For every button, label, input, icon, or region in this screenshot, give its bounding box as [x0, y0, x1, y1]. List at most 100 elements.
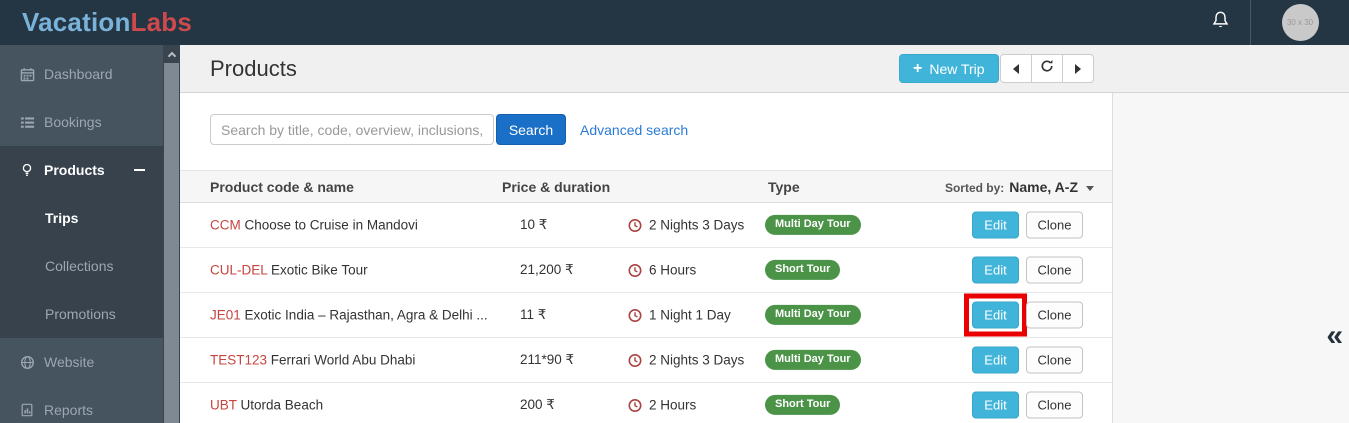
- sidebar-item-products[interactable]: Products: [0, 146, 163, 194]
- caret-left-icon: [1013, 64, 1019, 74]
- sidebar-scrollbar[interactable]: [163, 45, 180, 423]
- product-duration: 2 Nights 3 Days: [649, 218, 744, 233]
- avatar[interactable]: 30 x 30: [1282, 4, 1319, 41]
- column-type: Type: [768, 179, 800, 195]
- calendar-icon: [20, 67, 44, 82]
- table-row: CCM Choose to Cruise in Mandovi 10 ₹ 2 N…: [180, 203, 1112, 248]
- edit-highlight-box: Edit: [964, 204, 1027, 247]
- clone-button[interactable]: Clone: [1026, 392, 1083, 419]
- bell-icon: [1210, 10, 1231, 36]
- column-price-duration: Price & duration: [502, 179, 610, 195]
- new-trip-button[interactable]: + New Trip: [899, 54, 999, 83]
- table-row: CUL-DEL Exotic Bike Tour 21,200 ₹ 6 Hour…: [180, 248, 1112, 293]
- product-type-badge: Short Tour: [765, 395, 840, 415]
- notifications-button[interactable]: [1190, 0, 1250, 45]
- product-name: Utorda Beach: [241, 398, 324, 413]
- edit-button[interactable]: Edit: [972, 257, 1019, 284]
- search-bar: Search Advanced search: [210, 114, 688, 145]
- sorted-by-label: Sorted by:: [945, 181, 1004, 195]
- edit-button[interactable]: Edit: [972, 392, 1019, 419]
- logo-part-labs: Labs: [131, 7, 192, 37]
- product-type-badge: Multi Day Tour: [765, 350, 861, 370]
- product-code-link[interactable]: CUL-DEL: [210, 263, 267, 278]
- plus-icon: +: [913, 61, 922, 77]
- product-duration: 1 Night 1 Day: [649, 308, 731, 323]
- sidebar-item-label: Trips: [45, 210, 78, 226]
- sidebar-item-promotions[interactable]: Promotions: [0, 290, 163, 338]
- sidebar-item-label: Products: [44, 162, 105, 178]
- prev-page-button[interactable]: [1000, 54, 1032, 83]
- new-trip-label: New Trip: [929, 61, 984, 77]
- pagination-group: [1000, 54, 1094, 83]
- user-menu[interactable]: 30 x 30: [1251, 0, 1349, 45]
- next-page-button[interactable]: [1062, 54, 1094, 83]
- clone-button[interactable]: Clone: [1026, 257, 1083, 284]
- sidebar-item-dashboard[interactable]: Dashboard: [0, 50, 163, 98]
- search-button[interactable]: Search: [496, 114, 566, 145]
- product-name: Exotic India – Rajasthan, Agra & Delhi .…: [245, 308, 488, 323]
- edit-button[interactable]: Edit: [972, 347, 1019, 374]
- search-input[interactable]: [210, 114, 494, 145]
- product-type-badge: Short Tour: [765, 260, 840, 280]
- sidebar-item-collections[interactable]: Collections: [0, 242, 163, 290]
- sidebar-item-label: Reports: [44, 402, 93, 418]
- product-name: Exotic Bike Tour: [271, 263, 368, 278]
- collapse-minus-icon: [134, 169, 145, 171]
- edit-highlight-box: Edit: [964, 294, 1027, 337]
- clock-icon: [628, 263, 642, 277]
- scrollbar-thumb[interactable]: [164, 63, 179, 423]
- product-code-link[interactable]: CCM: [210, 218, 241, 233]
- sidebar-item-reports[interactable]: Reports: [0, 386, 163, 423]
- sidebar: Dashboard Bookings Products Trips Collec…: [0, 45, 163, 423]
- sidebar-item-label: Collections: [45, 258, 113, 274]
- chevron-up-icon: [167, 51, 175, 59]
- table-row: TEST123 Ferrari World Abu Dhabi 211*90 ₹…: [180, 338, 1112, 383]
- product-code-link[interactable]: TEST123: [210, 353, 267, 368]
- lightbulb-icon: [20, 163, 44, 177]
- sorted-by-value: Name, A-Z: [1009, 179, 1078, 195]
- sidebar-item-label: Website: [44, 354, 94, 370]
- product-duration: 2 Nights 3 Days: [649, 353, 744, 368]
- refresh-button[interactable]: [1031, 54, 1063, 83]
- product-price: 200 ₹: [520, 397, 555, 413]
- clone-button[interactable]: Clone: [1026, 302, 1083, 329]
- advanced-search-link[interactable]: Advanced search: [580, 122, 688, 138]
- sorted-by-dropdown[interactable]: Sorted by: Name, A-Z: [945, 179, 1094, 195]
- product-name: Choose to Cruise in Mandovi: [245, 218, 418, 233]
- clock-icon: [628, 353, 642, 367]
- sidebar-item-website[interactable]: Website: [0, 338, 163, 386]
- table-row: JE01 Exotic India – Rajasthan, Agra & De…: [180, 293, 1112, 338]
- sidebar-item-label: Bookings: [44, 114, 102, 130]
- product-code-link[interactable]: UBT: [210, 398, 237, 413]
- main-content: Products + New Trip Search Advanced sear…: [180, 45, 1349, 423]
- product-type-badge: Multi Day Tour: [765, 305, 861, 325]
- sidebar-item-label: Dashboard: [44, 66, 113, 82]
- product-code-link[interactable]: JE01: [210, 308, 241, 323]
- chevron-down-icon: [1086, 186, 1094, 191]
- scrollbar-up-arrow[interactable]: [163, 45, 180, 63]
- report-icon: [20, 403, 44, 417]
- refresh-icon: [1040, 59, 1054, 78]
- edit-highlight-box: Edit: [964, 249, 1027, 292]
- sidebar-item-trips[interactable]: Trips: [0, 194, 163, 242]
- column-product-code-name: Product code & name: [210, 179, 354, 195]
- product-price: 11 ₹: [520, 307, 546, 323]
- clone-button[interactable]: Clone: [1026, 347, 1083, 374]
- table-body: CCM Choose to Cruise in Mandovi 10 ₹ 2 N…: [180, 203, 1112, 423]
- caret-right-icon: [1075, 64, 1081, 74]
- edit-button[interactable]: Edit: [972, 212, 1019, 239]
- products-panel: Search Advanced search Product code & na…: [180, 93, 1113, 423]
- topbar: VacationLabs 30 x 30: [0, 0, 1349, 45]
- edit-highlight-box: Edit: [964, 339, 1027, 382]
- clone-button[interactable]: Clone: [1026, 212, 1083, 239]
- collapse-panel-toggle[interactable]: «: [1326, 321, 1343, 351]
- edit-button[interactable]: Edit: [972, 302, 1019, 329]
- clock-icon: [628, 218, 642, 232]
- product-price: 211*90 ₹: [520, 352, 574, 368]
- list-icon: [20, 115, 44, 130]
- product-duration: 2 Hours: [649, 398, 696, 413]
- globe-icon: [20, 355, 44, 370]
- page-title: Products: [210, 56, 297, 82]
- sidebar-item-label: Promotions: [45, 306, 116, 322]
- sidebar-item-bookings[interactable]: Bookings: [0, 98, 163, 146]
